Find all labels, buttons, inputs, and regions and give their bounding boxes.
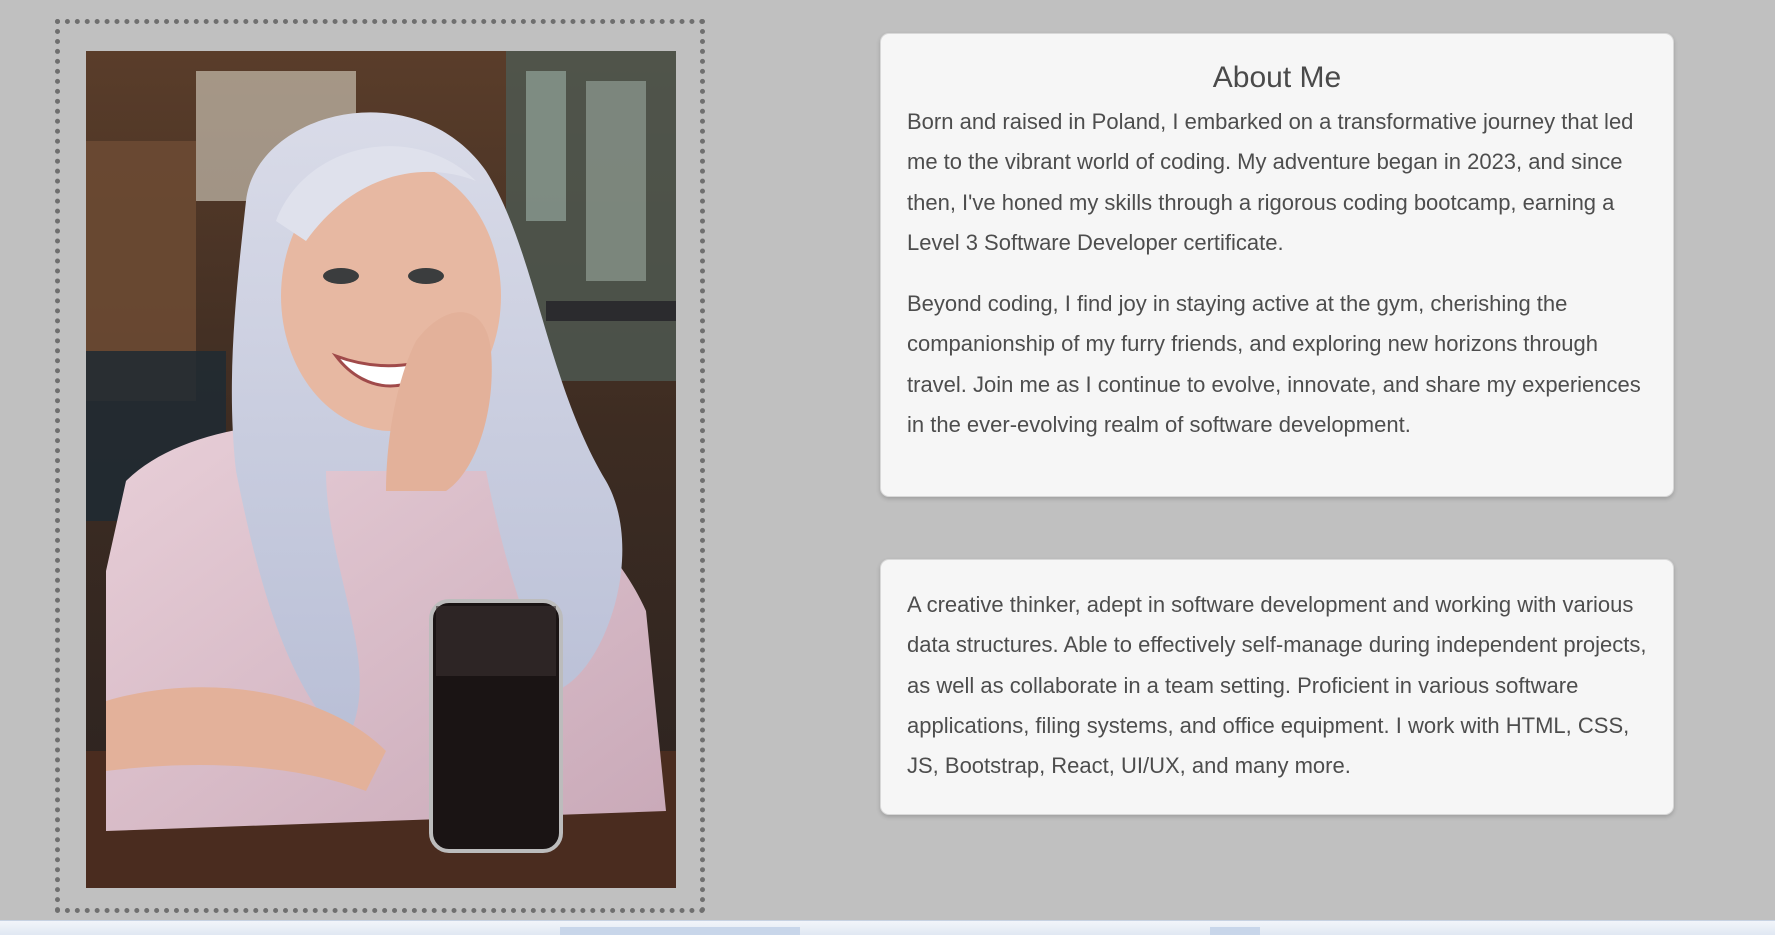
about-me-card: About Me Born and raised in Poland, I em… [880, 33, 1674, 497]
bottom-bar-segment [1210, 927, 1260, 935]
about-paragraph-hobbies: Beyond coding, I find joy in staying act… [907, 291, 1641, 438]
about-page: About Me Born and raised in Poland, I em… [0, 0, 1775, 935]
profile-photo [86, 51, 676, 888]
about-me-title: About Me [1212, 61, 1342, 94]
skills-paragraph: A creative thinker, adept in software de… [907, 592, 1647, 779]
browser-bottom-bar [0, 920, 1775, 935]
skills-card: A creative thinker, adept in software de… [880, 559, 1674, 815]
about-paragraph-background: Born and raised in Poland, I embarked on… [907, 109, 1634, 255]
bottom-bar-segment [560, 927, 800, 935]
